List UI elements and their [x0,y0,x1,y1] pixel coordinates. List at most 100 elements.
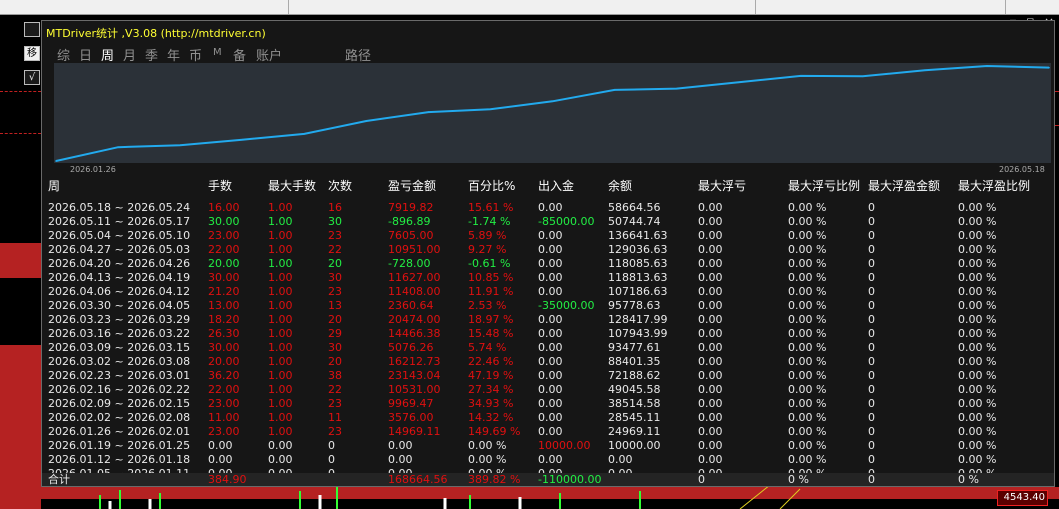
table-cell: 7919.82 [388,201,434,214]
table-cell: 0 [328,439,335,452]
toolbar-separator [755,0,756,14]
table-cell: 23143.04 [388,369,441,382]
table-cell: 0.00 [208,439,233,452]
column-header[interactable]: 最大手数 [268,179,316,193]
trend-line [779,488,801,509]
column-header[interactable]: 盈亏金额 [388,179,436,193]
table-row[interactable]: 2026.04.27 ~ 2026.05.03 22.00 1.00 22 10951.… [48,243,1052,257]
table-cell: 0.00 % [788,215,827,228]
table-row[interactable]: 2026.05.18 ~ 2026.05.24 16.00 1.00 16 7919.8… [48,201,1052,215]
table-row[interactable]: 2026.03.30 ~ 2026.04.05 13.00 1.00 13 2360.6… [48,299,1052,313]
table-cell: 0.00 % [958,243,997,256]
table-cell: 5076.26 [388,341,434,354]
table-cell: 1.00 [268,299,293,312]
column-header[interactable]: 周 [48,179,60,193]
table-cell: 0.00 % [958,397,997,410]
table-cell: 2026.03.30 ~ 2026.04.05 [48,299,191,312]
table-cell: 23 [328,397,342,410]
table-cell: 23.00 [208,229,240,242]
table-header-row: 周 手数 最大手数 次数 盈亏金额 百分比% 出入金 余额 最大浮亏 最大浮亏比例 最大浮盈金额 最大… [48,179,1052,193]
table-row[interactable]: 2026.01.19 ~ 2026.01.25 0.00 0.00 0 0.00 0.00… [48,439,1052,453]
table-cell: 0.00 [538,229,563,242]
table-row[interactable]: 2026.03.16 ~ 2026.03.22 26.30 1.00 29 14466.… [48,327,1052,341]
column-header[interactable]: 最大浮盈比例 [958,179,1030,193]
tab-day[interactable]: 日 [79,45,92,64]
table-cell: 0 [868,383,875,396]
table-row[interactable]: 2026.02.02 ~ 2026.02.08 11.00 1.00 11 3576.0… [48,411,1052,425]
table-cell: 2026.02.23 ~ 2026.03.01 [48,369,191,382]
table-row[interactable]: 2026.04.06 ~ 2026.04.12 21.20 1.00 23 11408.… [48,285,1052,299]
column-header[interactable]: 余额 [608,179,632,193]
table-cell: 0.00 [698,327,723,340]
tab-notes[interactable]: 备 [233,45,246,64]
table-cell: 0 [868,201,875,214]
table-cell: 50744.74 [608,215,661,228]
table-cell: 0.00 % [788,439,827,452]
table-cell: 10531.00 [388,383,441,396]
table-cell: 20 [328,313,342,326]
table-cell: 9969.47 [388,397,434,410]
table-cell: 2026.03.09 ~ 2026.03.15 [48,341,191,354]
check-button[interactable]: √ [24,70,40,85]
table-cell: 18.20 [208,313,240,326]
table-cell: 58664.56 [608,201,661,214]
table-cell: 16212.73 [388,355,441,368]
table-row[interactable]: 2026.02.23 ~ 2026.03.01 36.20 1.00 38 23143.… [48,369,1052,383]
table-cell: 0.00 % [958,313,997,326]
table-cell: 30.00 [208,215,240,228]
table-cell: 2026.05.04 ~ 2026.05.10 [48,229,191,242]
table-cell: 0.00 [608,453,633,466]
table-cell: 0.00 [698,243,723,256]
window-menu-button[interactable] [24,22,40,37]
table-cell: 0.00 [698,271,723,284]
table-cell: 0.00 % [788,243,827,256]
move-icon: 移 [27,48,37,59]
tab-quarter[interactable]: 季 [145,45,158,64]
table-cell: 38514.58 [608,397,661,410]
table-cell: 2026.05.11 ~ 2026.05.17 [48,215,191,228]
tab-week[interactable]: 周 [101,45,114,64]
equity-point [489,108,492,111]
table-cell: 0.00 % [958,369,997,382]
table-cell: 1.00 [268,369,293,382]
table-row[interactable]: 2026.02.09 ~ 2026.02.15 23.00 1.00 23 9969.4… [48,397,1052,411]
table-row[interactable]: 2026.03.09 ~ 2026.03.15 30.00 1.00 30 5076.2… [48,341,1052,355]
table-row[interactable]: 2026.01.12 ~ 2026.01.18 0.00 0.00 0 0.00 0.00… [48,453,1052,467]
toolbar-separator [288,0,289,14]
table-cell: 38 [328,369,342,382]
table-cell: 9.27 % [468,243,507,256]
column-header[interactable]: 百分比% [468,179,515,193]
column-header[interactable]: 出入金 [538,179,574,193]
table-cell: 2026.04.20 ~ 2026.04.26 [48,257,191,270]
tab-account[interactable]: 账户 [256,45,282,64]
table-cell: 5.74 % [468,341,507,354]
table-cell: 0.00 % [958,271,997,284]
table-cell: 0.00 [538,411,563,424]
tab-symbol[interactable]: 币 [189,45,202,64]
tab-month[interactable]: 月 [123,45,136,64]
column-header[interactable]: 次数 [328,179,352,193]
table-cell: 0.00 % [788,229,827,242]
tab-m[interactable]: M [213,47,222,58]
tab-year[interactable]: 年 [167,45,180,64]
table-row[interactable]: 2026.02.16 ~ 2026.02.22 22.00 1.00 22 10531.… [48,383,1052,397]
table-row[interactable]: 2026.03.02 ~ 2026.03.08 20.00 1.00 20 16212.… [48,355,1052,369]
table-cell: 0.00 % [958,215,997,228]
column-header[interactable]: 最大浮盈金额 [868,179,940,193]
column-header[interactable]: 手数 [208,179,232,193]
move-button[interactable]: 移 [24,46,40,61]
table-cell: 0.00 % [958,285,997,298]
tab-path[interactable]: 路径 [345,45,371,64]
table-row[interactable]: 2026.03.23 ~ 2026.03.29 18.20 1.00 20 20474.… [48,313,1052,327]
column-header[interactable]: 最大浮亏比例 [788,179,860,193]
table-row[interactable]: 2026.05.11 ~ 2026.05.17 30.00 1.00 30 -896.8… [48,215,1052,229]
table-cell: 36.20 [208,369,240,382]
tab-summary[interactable]: 综 [57,45,70,64]
table-row[interactable]: 2026.04.20 ~ 2026.04.26 20.00 1.00 20 -728.0… [48,257,1052,271]
table-row[interactable]: 2026.04.13 ~ 2026.04.19 30.00 1.00 30 11627.… [48,271,1052,285]
table-row[interactable]: 2026.05.04 ~ 2026.05.10 23.00 1.00 23 7605.0… [48,229,1052,243]
table-cell: 2026.03.02 ~ 2026.03.08 [48,355,191,368]
table-row[interactable]: 2026.01.26 ~ 2026.02.01 23.00 1.00 23 14969.… [48,425,1052,439]
column-header[interactable]: 最大浮亏 [698,179,746,193]
table-cell: 10951.00 [388,243,441,256]
